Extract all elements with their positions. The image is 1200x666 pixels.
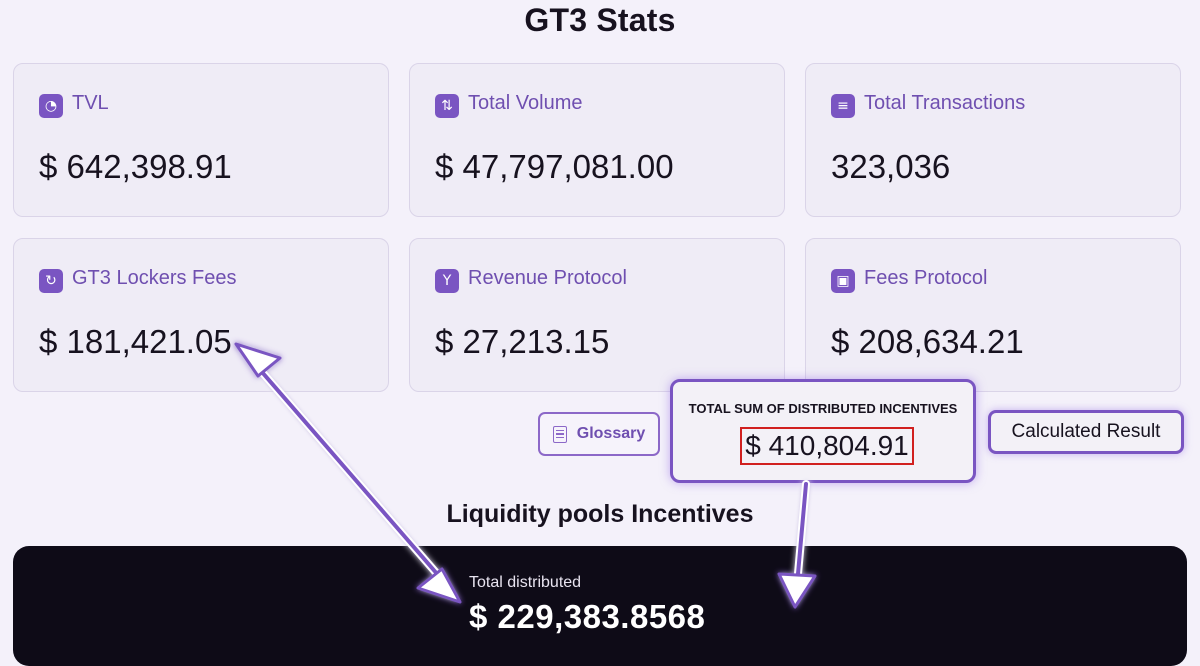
scroll-icon: ≡ — [831, 94, 855, 118]
stat-label: Fees Protocol — [864, 267, 988, 289]
callout-heading: TOTAL SUM OF DISTRIBUTED INCENTIVES — [688, 401, 958, 416]
stat-card-tvl: ◔ TVL $ 642,398.91 — [13, 63, 389, 217]
total-distributed-value: $ 229,383.8568 — [469, 598, 706, 635]
stat-value: 323,036 — [831, 148, 951, 185]
stat-value: $ 47,797,081.00 — [435, 148, 674, 185]
stat-value: $ 642,398.91 — [39, 148, 232, 185]
document-icon — [552, 425, 567, 443]
stat-value: $ 208,634.21 — [831, 323, 1024, 360]
incentives-panel: Total distributed $ 229,383.8568 — [13, 546, 1187, 666]
stat-label: Total Transactions — [864, 92, 1026, 114]
incentives-heading: Liquidity pools Incentives — [446, 500, 754, 528]
stat-label: TVL — [72, 92, 109, 114]
glossary-label: Glossary — [576, 425, 646, 442]
stat-card-fees-protocol: ▣ Fees Protocol $ 208,634.21 — [805, 238, 1181, 392]
calculated-result-label: Calculated Result — [988, 410, 1184, 454]
stat-card-total-transactions: ≡ Total Transactions 323,036 — [805, 63, 1181, 217]
page-title: GT3 Stats — [524, 2, 676, 38]
stat-label: GT3 Lockers Fees — [72, 267, 237, 289]
stat-card-total-volume: ⇅ Total Volume $ 47,797,081.00 — [409, 63, 785, 217]
total-distributed-caption: Total distributed — [469, 574, 582, 591]
stat-card-gt3-lockers-fees: ↻ GT3 Lockers Fees $ 181,421.05 — [13, 238, 389, 392]
distributed-incentives-callout: TOTAL SUM OF DISTRIBUTED INCENTIVES $ 41… — [670, 379, 976, 483]
callout-value: $ 410,804.91 — [740, 427, 914, 465]
refresh-coin-icon: ↻ — [39, 269, 63, 293]
arrows-up-down-icon: ⇅ — [435, 94, 459, 118]
stat-value: $ 27,213.15 — [435, 323, 610, 360]
glossary-button[interactable]: Glossary — [538, 412, 660, 456]
split-arrow-icon: Y — [435, 269, 459, 293]
wallet-icon: ▣ — [831, 269, 855, 293]
stat-value: $ 181,421.05 — [39, 323, 232, 360]
gauge-icon: ◔ — [39, 94, 63, 118]
stat-card-revenue-protocol: Y Revenue Protocol $ 27,213.15 — [409, 238, 785, 392]
stat-label: Total Volume — [468, 92, 583, 114]
stat-label: Revenue Protocol — [468, 267, 627, 289]
